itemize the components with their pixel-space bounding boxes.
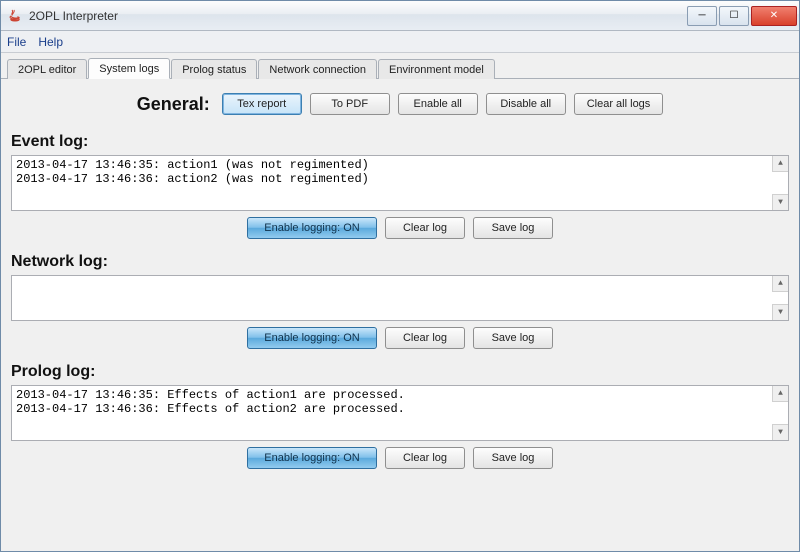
window-controls: ─ ☐ ✕ (685, 6, 797, 26)
tab-network-connection[interactable]: Network connection (258, 59, 377, 79)
network-log-textarea[interactable]: ▲▼ (11, 275, 789, 321)
tab-2opl-editor[interactable]: 2OPL editor (7, 59, 87, 79)
event-log-clear-button[interactable]: Clear log (385, 217, 465, 239)
prolog-log-enable-toggle[interactable]: Enable logging: ON (247, 447, 377, 469)
general-toolbar: General: Tex report To PDF Enable all Di… (11, 93, 789, 115)
minimize-button[interactable]: ─ (687, 6, 717, 26)
maximize-button[interactable]: ☐ (719, 6, 749, 26)
menu-file[interactable]: File (7, 35, 26, 49)
tex-report-button[interactable]: Tex report (222, 93, 302, 115)
prolog-log-save-button[interactable]: Save log (473, 447, 553, 469)
scroll-down-icon[interactable]: ▼ (772, 304, 788, 320)
titlebar: 2OPL Interpreter ─ ☐ ✕ (1, 1, 799, 31)
scroll-up-icon[interactable]: ▲ (772, 156, 788, 172)
scroll-up-icon[interactable]: ▲ (772, 386, 788, 402)
prolog-log-content: 2013-04-17 13:46:35: Effects of action1 … (16, 388, 405, 416)
prolog-log-textarea[interactable]: 2013-04-17 13:46:35: Effects of action1 … (11, 385, 789, 441)
tab-environment-model[interactable]: Environment model (378, 59, 495, 79)
clear-all-logs-button[interactable]: Clear all logs (574, 93, 664, 115)
to-pdf-button[interactable]: To PDF (310, 93, 390, 115)
menu-help[interactable]: Help (38, 35, 63, 49)
disable-all-button[interactable]: Disable all (486, 93, 566, 115)
tab-system-logs[interactable]: System logs (88, 58, 170, 79)
network-log-enable-toggle[interactable]: Enable logging: ON (247, 327, 377, 349)
tab-prolog-status[interactable]: Prolog status (171, 59, 257, 79)
window-title: 2OPL Interpreter (29, 9, 685, 23)
network-log-save-button[interactable]: Save log (473, 327, 553, 349)
scroll-down-icon[interactable]: ▼ (772, 424, 788, 440)
tabstrip: 2OPL editor System logs Prolog status Ne… (1, 53, 799, 79)
event-log-title: Event log: (11, 133, 789, 151)
java-icon (7, 8, 23, 24)
prolog-log-clear-button[interactable]: Clear log (385, 447, 465, 469)
event-log-enable-toggle[interactable]: Enable logging: ON (247, 217, 377, 239)
network-log-clear-button[interactable]: Clear log (385, 327, 465, 349)
enable-all-button[interactable]: Enable all (398, 93, 478, 115)
event-log-content: 2013-04-17 13:46:35: action1 (was not re… (16, 158, 369, 186)
close-button[interactable]: ✕ (751, 6, 797, 26)
scroll-up-icon[interactable]: ▲ (772, 276, 788, 292)
prolog-log-buttons: Enable logging: ON Clear log Save log (11, 447, 789, 469)
event-log-buttons: Enable logging: ON Clear log Save log (11, 217, 789, 239)
general-label: General: (137, 94, 210, 115)
event-log-textarea[interactable]: 2013-04-17 13:46:35: action1 (was not re… (11, 155, 789, 211)
menubar: File Help (1, 31, 799, 53)
prolog-log-title: Prolog log: (11, 363, 789, 381)
app-window: 2OPL Interpreter ─ ☐ ✕ File Help 2OPL ed… (0, 0, 800, 552)
tab-content: General: Tex report To PDF Enable all Di… (1, 79, 799, 551)
scroll-down-icon[interactable]: ▼ (772, 194, 788, 210)
network-log-buttons: Enable logging: ON Clear log Save log (11, 327, 789, 349)
network-log-title: Network log: (11, 253, 789, 271)
event-log-save-button[interactable]: Save log (473, 217, 553, 239)
